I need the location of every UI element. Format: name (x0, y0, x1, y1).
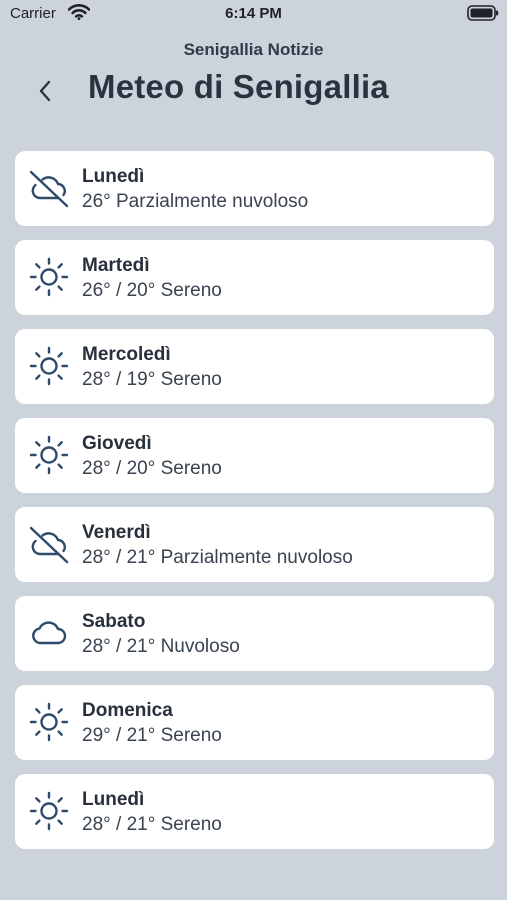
forecast-card[interactable]: Domenica 29° / 21° Sereno (15, 685, 494, 760)
forecast-day: Lunedì (82, 166, 145, 187)
forecast-day: Venerdì (82, 522, 151, 543)
forecast-card[interactable]: Sabato 28° / 21° Nuvoloso (15, 596, 494, 671)
forecast-day: Lunedì (82, 789, 145, 810)
forecast-detail: 28° / 19° Sereno (82, 369, 222, 390)
app-subtitle: Senigallia Notizie (183, 40, 324, 59)
forecast-detail: 29° / 21° Sereno (82, 725, 222, 746)
sun-icon (27, 344, 71, 388)
forecast-day: Domenica (82, 700, 173, 721)
forecast-detail: 28° / 21° Nuvoloso (82, 636, 240, 657)
forecast-card[interactable]: Venerdì 28° / 21° Parzialmente nuvoloso (15, 507, 494, 582)
cloud-off-icon (27, 166, 71, 210)
forecast-day: Giovedì (82, 433, 152, 454)
forecast-list: Lunedì 26° Parzialmente nuvoloso Martedì 2… (15, 151, 494, 863)
status-time: 6:14 PM (225, 5, 282, 22)
back-button[interactable] (28, 74, 62, 108)
forecast-detail: 28° / 21° Sereno (82, 814, 222, 835)
cloud-off-icon (27, 522, 71, 566)
forecast-day: Sabato (82, 611, 146, 632)
forecast-card[interactable]: Mercoledì 28° / 19° Sereno (15, 329, 494, 404)
forecast-card[interactable]: Lunedì 26° Parzialmente nuvoloso (15, 151, 494, 226)
sun-icon (27, 700, 71, 744)
forecast-card[interactable]: Lunedì 28° / 21° Sereno (15, 774, 494, 849)
forecast-detail: 28° / 21° Parzialmente nuvoloso (82, 547, 353, 568)
forecast-day: Mercoledì (82, 344, 171, 365)
status-bar: Carrier 6:14 PM (0, 0, 507, 30)
sun-icon (27, 789, 71, 833)
forecast-card[interactable]: Giovedì 28° / 20° Sereno (15, 418, 494, 493)
cloud-icon (27, 611, 71, 655)
forecast-detail: 28° / 20° Sereno (82, 458, 222, 479)
sun-icon (27, 433, 71, 477)
chevron-left-icon (39, 80, 51, 102)
forecast-detail: 26° Parzialmente nuvoloso (82, 191, 309, 212)
page-title: Meteo di Senigallia (88, 68, 389, 105)
weather-screen: Carrier 6:14 PM Senigallia Notizie Meteo… (0, 0, 507, 900)
battery-icon (467, 5, 499, 21)
sun-icon (27, 255, 71, 299)
forecast-card[interactable]: Martedì 26° / 20° Sereno (15, 240, 494, 315)
forecast-day: Martedì (82, 255, 150, 276)
forecast-detail: 26° / 20° Sereno (82, 280, 222, 301)
